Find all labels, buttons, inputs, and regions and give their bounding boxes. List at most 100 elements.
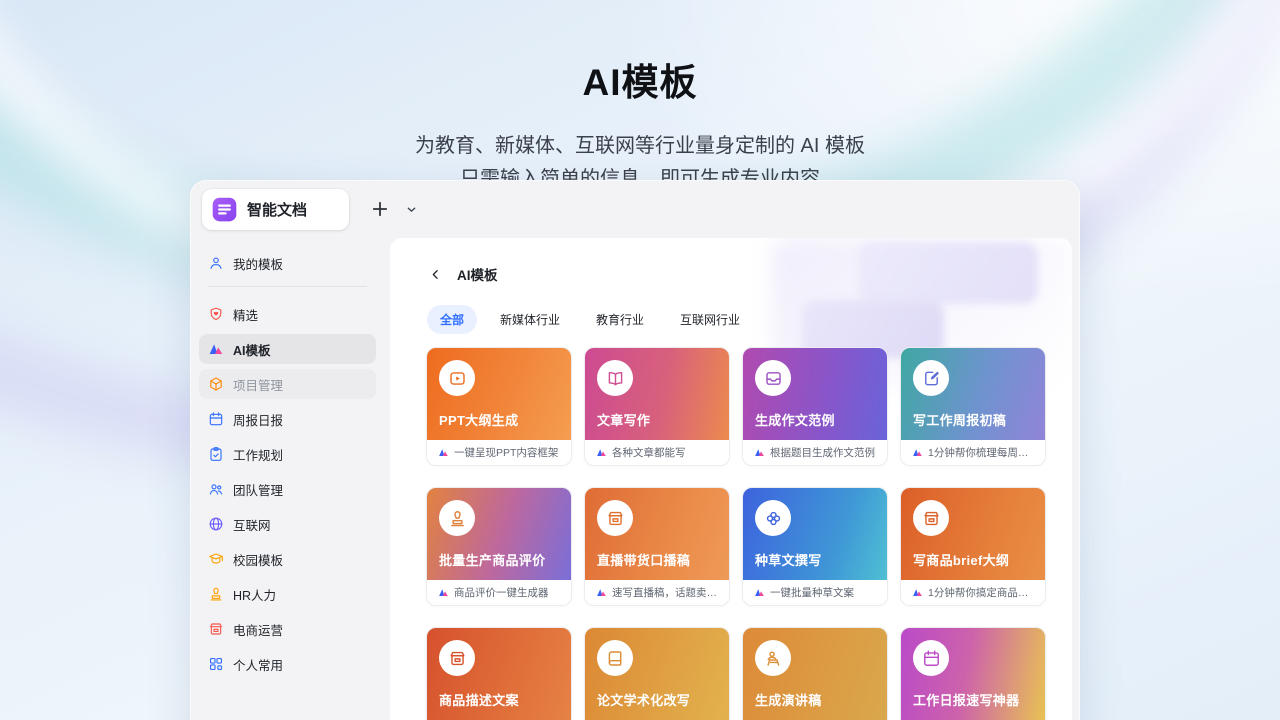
clipboard-icon: [208, 446, 224, 462]
calendar-icon: [922, 649, 941, 668]
calendar-icon: [913, 640, 949, 676]
inbox-icon: [755, 360, 791, 396]
template-card-title: 写工作周报初稿: [913, 410, 1006, 429]
template-card-文章写作[interactable]: 文章写作 各种文章都能写: [585, 348, 729, 465]
brand-icon: [438, 447, 449, 458]
template-card-生成演讲稿[interactable]: 生成演讲稿: [743, 628, 887, 720]
template-card-title: 论文学术化改写: [597, 690, 690, 709]
template-card-商品描述文案[interactable]: 商品描述文案: [427, 628, 571, 720]
expand-menu-button[interactable]: [401, 199, 421, 219]
subtitle-line-1: 为教育、新媒体、互联网等行业量身定制的 AI 模板: [0, 130, 1280, 163]
brand-icon: [438, 587, 449, 598]
sidebar-item-我的模板[interactable]: 我的模板: [199, 248, 376, 278]
tab-全部[interactable]: 全部: [427, 305, 477, 334]
tab-互联网行业[interactable]: 互联网行业: [667, 305, 753, 334]
book-icon: [597, 640, 633, 676]
sidebar-item-周报日报[interactable]: 周报日报: [199, 404, 376, 434]
brand-icon: [754, 447, 765, 458]
template-card-批量生产商品评价[interactable]: 批量生产商品评价 商品评价一键生成器: [427, 488, 571, 605]
sidebar-item-个人常用[interactable]: 个人常用: [199, 649, 376, 679]
open-book-icon: [606, 369, 625, 388]
window-header: 智能文档: [190, 180, 1080, 238]
tab-新媒体行业[interactable]: 新媒体行业: [487, 305, 573, 334]
store-icon: [208, 621, 224, 637]
category-tabs: 全部新媒体行业教育行业互联网行业: [427, 305, 1052, 334]
template-card-cover: 种草文撰写: [743, 488, 887, 580]
chevron-down-icon: [405, 203, 418, 216]
edit-doc-icon: [922, 369, 941, 388]
store-icon: [913, 500, 949, 536]
globe-icon: [208, 516, 224, 532]
stamp-icon: [439, 500, 475, 536]
template-card-title: 工作日报速写神器: [913, 690, 1019, 709]
knot-icon: [764, 509, 783, 528]
tab-教育行业[interactable]: 教育行业: [583, 305, 657, 334]
template-card-直播带货口播稿[interactable]: 直播带货口播稿 速写直播稿，话题卖点…: [585, 488, 729, 605]
brand-icon: [596, 447, 607, 458]
template-card-生成作文范例[interactable]: 生成作文范例 根据题目生成作文范例: [743, 348, 887, 465]
clipboard-icon: [208, 446, 224, 462]
template-card-title: 种草文撰写: [755, 550, 822, 569]
sidebar-item-label: 精选: [233, 305, 258, 324]
template-card-footer: 速写直播稿，话题卖点…: [585, 580, 729, 605]
template-card-title: PPT大纲生成: [439, 410, 518, 429]
template-card-写工作周报初稿[interactable]: 写工作周报初稿 1分钟帮你梳理每周事项: [901, 348, 1045, 465]
template-card-desc: 商品评价一键生成器: [454, 585, 549, 600]
brand-icon: [438, 587, 449, 598]
template-card-PPT大纲生成[interactable]: PPT大纲生成 一键呈现PPT内容框架: [427, 348, 571, 465]
back-button[interactable]: [427, 266, 443, 282]
template-card-cover: PPT大纲生成: [427, 348, 571, 440]
calendar-icon: [208, 411, 224, 427]
template-card-cover: 批量生产商品评价: [427, 488, 571, 580]
sidebar-item-团队管理[interactable]: 团队管理: [199, 474, 376, 504]
sidebar-item-label: 电商运营: [233, 620, 283, 639]
brand-icon: [754, 587, 765, 598]
template-card-desc: 速写直播稿，话题卖点…: [612, 585, 718, 600]
sidebar-item-AI模板[interactable]: AI模板: [199, 334, 376, 364]
template-card-title: 商品描述文案: [439, 690, 519, 709]
sidebar-item-label: 校园模板: [233, 550, 283, 569]
brand-icon: [208, 341, 224, 357]
template-card-cover: 工作日报速写神器: [901, 628, 1045, 720]
template-card-种草文撰写[interactable]: 种草文撰写 一键批量种草文案: [743, 488, 887, 605]
template-card-title: 生成演讲稿: [755, 690, 822, 709]
presentation-icon: [448, 369, 467, 388]
app-window: 智能文档 我的模板 精选 AI模板 项目管理 周报日报 工作规划 团队管理 互联…: [190, 180, 1080, 720]
open-book-icon: [597, 360, 633, 396]
app-switcher-pill[interactable]: 智能文档: [202, 189, 349, 230]
template-card-desc: 一键呈现PPT内容框架: [454, 445, 558, 460]
template-card-title: 文章写作: [597, 410, 650, 429]
speech-icon: [764, 649, 783, 668]
sidebar-item-校园模板[interactable]: 校园模板: [199, 544, 376, 574]
book-icon: [606, 649, 625, 668]
template-card-写商品brief大纲[interactable]: 写商品brief大纲 1分钟帮你搞定商品宣传…: [901, 488, 1045, 605]
page-title: AI模板: [0, 52, 1280, 106]
breadcrumb: AI模板: [427, 264, 1052, 284]
template-card-cover: 商品描述文案: [427, 628, 571, 720]
sidebar-item-精选[interactable]: 精选: [199, 299, 376, 329]
user-icon: [208, 255, 224, 271]
stamp-icon: [208, 586, 224, 602]
template-card-工作日报速写神器[interactable]: 工作日报速写神器: [901, 628, 1045, 720]
template-card-title: 批量生产商品评价: [439, 550, 545, 569]
template-card-cover: 生成作文范例: [743, 348, 887, 440]
template-card-desc: 根据题目生成作文范例: [770, 445, 875, 460]
sidebar-item-电商运营[interactable]: 电商运营: [199, 614, 376, 644]
sidebar-item-互联网[interactable]: 互联网: [199, 509, 376, 539]
template-card-desc: 1分钟帮你梳理每周事项: [928, 445, 1034, 460]
sidebar-item-label: 工作规划: [233, 445, 283, 464]
sidebar-item-label: 周报日报: [233, 410, 283, 429]
graduation-icon: [208, 551, 224, 567]
brand-icon: [596, 447, 607, 458]
template-card-论文学术化改写[interactable]: 论文学术化改写: [585, 628, 729, 720]
sidebar-item-label: 团队管理: [233, 480, 283, 499]
templates-panel: AI模板 全部新媒体行业教育行业互联网行业 PPT大纲生成 一键呈现PPT内容框…: [390, 238, 1072, 720]
template-card-cover: 生成演讲稿: [743, 628, 887, 720]
sidebar-item-项目管理[interactable]: 项目管理: [199, 369, 376, 399]
sidebar-item-工作规划[interactable]: 工作规划: [199, 439, 376, 469]
add-button[interactable]: [367, 196, 393, 222]
sidebar-item-HR人力[interactable]: HR人力: [199, 579, 376, 609]
edit-doc-icon: [913, 360, 949, 396]
template-card-footer: 1分钟帮你梳理每周事项: [901, 440, 1045, 465]
template-card-grid: PPT大纲生成 一键呈现PPT内容框架 文章写作 各种文章都能写 生成作文范例 …: [427, 348, 1045, 720]
